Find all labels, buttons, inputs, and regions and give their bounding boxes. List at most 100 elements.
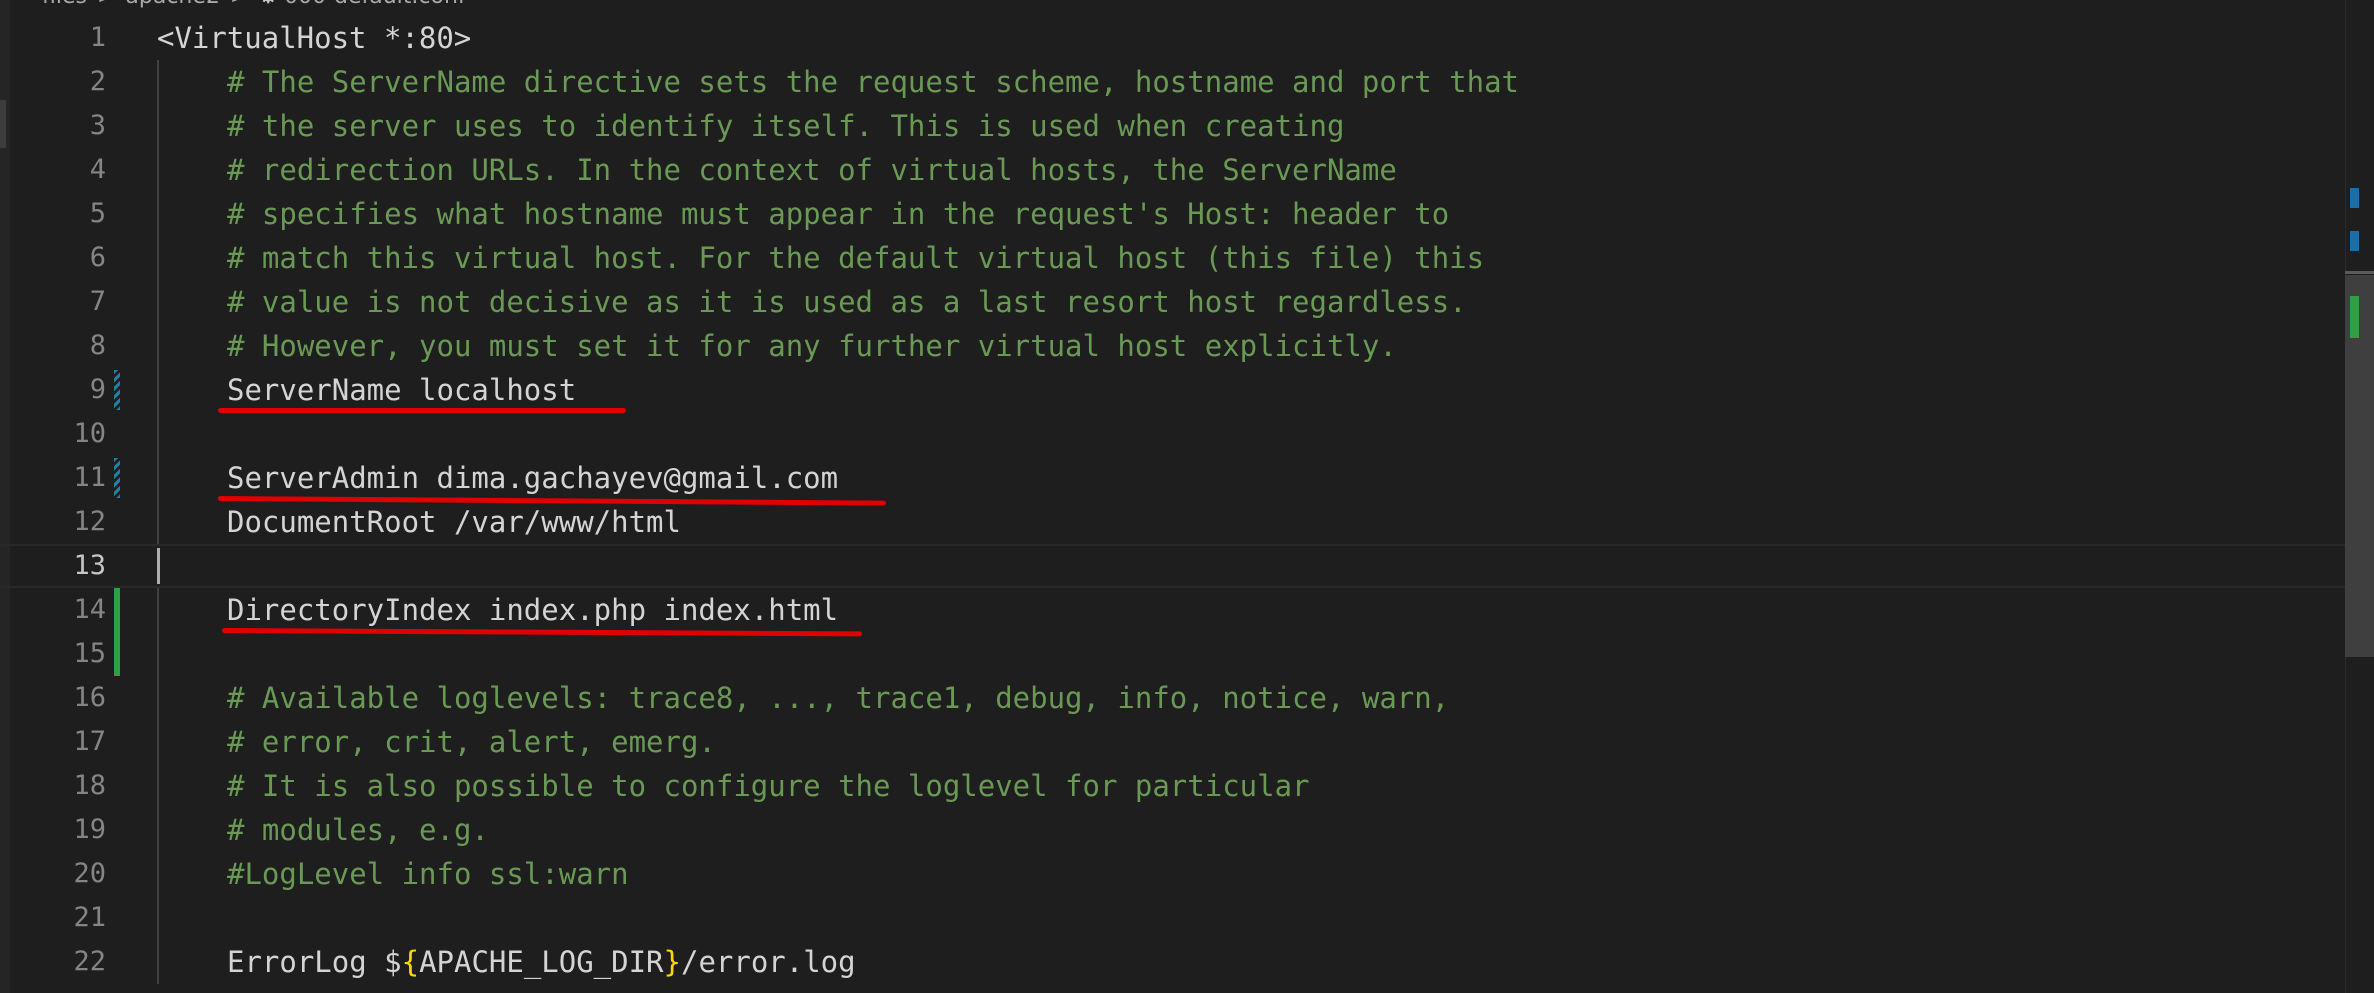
line-number: 16 — [73, 682, 106, 713]
indent-guide — [157, 808, 159, 852]
line-number: 19 — [73, 814, 106, 845]
brace-open: { — [401, 945, 420, 979]
code-text-path: /error.log — [680, 945, 856, 979]
indent-guide — [157, 324, 159, 368]
overview-ruler-added-marker — [2350, 296, 2359, 338]
indent-guide — [157, 896, 159, 940]
code-line-3[interactable]: 3 # the server uses to identify itself. … — [0, 104, 2345, 148]
code-line-16[interactable]: 16 # Available loglevels: trace8, ..., t… — [0, 676, 2345, 720]
code-line-18[interactable]: 18 # It is also possible to configure th… — [0, 764, 2345, 808]
indent-guide — [157, 368, 159, 412]
comment-text: # match this virtual host. For the defau… — [227, 241, 1485, 275]
code-text-keyword: ErrorLog $ — [227, 945, 402, 979]
git-added-marker[interactable] — [114, 632, 120, 676]
overview-ruler-modified-marker — [2350, 231, 2359, 251]
comment-text: # value is not decisive as it is used as… — [227, 285, 1467, 319]
indent-guide — [157, 764, 159, 808]
code-line-22[interactable]: 22 ErrorLog ${APACHE_LOG_DIR}/error.log — [0, 940, 2345, 984]
variable-name: APACHE_LOG_DIR — [419, 945, 664, 979]
code-line-19[interactable]: 19 # modules, e.g. — [0, 808, 2345, 852]
breadcrumb-item-file[interactable]: 000-default.conf — [284, 0, 466, 9]
gear-icon: ⚙ — [258, 0, 278, 9]
line-number: 22 — [73, 946, 106, 977]
code-line-13-current[interactable]: 13 — [0, 544, 2345, 588]
code-line-15[interactable]: 15 — [0, 632, 2345, 676]
line-number: 3 — [89, 110, 106, 141]
line-number: 12 — [73, 506, 106, 537]
line-number: 5 — [89, 198, 106, 229]
comment-text: # the server uses to identify itself. Th… — [227, 109, 1345, 143]
line-number: 11 — [73, 462, 106, 493]
line-number: 10 — [73, 418, 106, 449]
git-added-marker[interactable] — [114, 588, 120, 632]
indent-guide — [157, 192, 159, 236]
indent-guide — [157, 412, 159, 456]
line-number: 18 — [73, 770, 106, 801]
code-line-11[interactable]: 11 ServerAdmin dima.gachayev@gmail.com — [0, 456, 2345, 506]
code-line-4[interactable]: 4 # redirection URLs. In the context of … — [0, 148, 2345, 192]
line-number: 17 — [73, 726, 106, 757]
comment-text: # redirection URLs. In the context of vi… — [227, 153, 1397, 187]
line-number: 13 — [73, 550, 106, 581]
indent-guide — [157, 632, 159, 676]
code-line-17[interactable]: 17 # error, crit, alert, emerg. — [0, 720, 2345, 764]
line-number: 2 — [89, 66, 106, 97]
indent-guide — [157, 236, 159, 280]
comment-text: # However, you must set it for any furth… — [227, 329, 1397, 363]
code-text: ServerAdmin dima.gachayev@gmail.com — [227, 461, 839, 495]
code-text: <VirtualHost *:80> — [157, 21, 472, 55]
line-number: 15 — [73, 638, 106, 669]
breadcrumb: files > apache2 > ⚙ 000-default.conf — [42, 0, 466, 8]
breadcrumb-separator: > — [230, 0, 248, 9]
git-modified-marker[interactable] — [114, 370, 120, 410]
indent-guide — [157, 720, 159, 764]
code-line-12[interactable]: 12 DocumentRoot /var/www/html — [0, 500, 2345, 544]
code-line-14[interactable]: 14 DirectoryIndex index.php index.html — [0, 588, 2345, 637]
comment-text: # Available loglevels: trace8, ..., trac… — [227, 681, 1450, 715]
indent-guide — [157, 148, 159, 192]
code-line-20[interactable]: 20 #LogLevel info ssl:warn — [0, 852, 2345, 896]
code-line-2[interactable]: 2 # The ServerName directive sets the re… — [0, 60, 2345, 104]
git-modified-marker[interactable] — [114, 458, 120, 498]
code-text: ServerName localhost — [227, 373, 577, 407]
comment-text: # error, crit, alert, emerg. — [227, 725, 716, 759]
comment-text: # modules, e.g. — [227, 813, 489, 847]
line-number: 8 — [89, 330, 106, 361]
breadcrumb-item-files[interactable]: files — [42, 0, 87, 9]
indent-guide — [157, 500, 159, 544]
code-line-10[interactable]: 10 — [0, 412, 2345, 456]
comment-text: # The ServerName directive sets the requ… — [227, 65, 1520, 99]
indent-guide — [157, 104, 159, 148]
comment-text: #LogLevel info ssl:warn — [227, 857, 629, 891]
code-editor[interactable]: files > apache2 > ⚙ 000-default.conf 1 <Virtu… — [0, 0, 2374, 993]
code-line-9[interactable]: 9 ServerName localhost — [0, 368, 2345, 413]
indent-guide — [157, 852, 159, 896]
indent-guide — [157, 280, 159, 324]
indent-guide — [157, 940, 159, 984]
breadcrumb-separator: > — [97, 0, 115, 9]
line-number: 7 — [89, 286, 106, 317]
line-number: 9 — [89, 374, 106, 405]
indent-guide — [157, 60, 159, 104]
code-line-5[interactable]: 5 # specifies what hostname must appear … — [0, 192, 2345, 236]
code-line-7[interactable]: 7 # value is not decisive as it is used … — [0, 280, 2345, 324]
comment-text: # It is also possible to configure the l… — [227, 769, 1310, 803]
line-number: 4 — [89, 154, 106, 185]
line-number: 1 — [89, 22, 106, 53]
code-area[interactable]: 1 <VirtualHost *:80> 2 # The ServerName … — [0, 16, 2345, 984]
overview-ruler-modified-marker — [2350, 188, 2359, 208]
indent-guide — [157, 676, 159, 720]
line-number: 14 — [73, 594, 106, 625]
code-line-1[interactable]: 1 <VirtualHost *:80> — [0, 16, 2345, 60]
code-text: DirectoryIndex index.php index.html — [227, 593, 839, 627]
line-number: 21 — [73, 902, 106, 933]
line-number: 20 — [73, 858, 106, 889]
brace-close: } — [663, 945, 681, 979]
code-line-6[interactable]: 6 # match this virtual host. For the def… — [0, 236, 2345, 280]
breadcrumb-item-apache2[interactable]: apache2 — [125, 0, 220, 9]
comment-text: # specifies what hostname must appear in… — [227, 197, 1450, 231]
code-line-21[interactable]: 21 — [0, 896, 2345, 940]
code-line-8[interactable]: 8 # However, you must set it for any fur… — [0, 324, 2345, 368]
line-number: 6 — [89, 242, 106, 273]
code-text: DocumentRoot /var/www/html — [227, 505, 681, 539]
